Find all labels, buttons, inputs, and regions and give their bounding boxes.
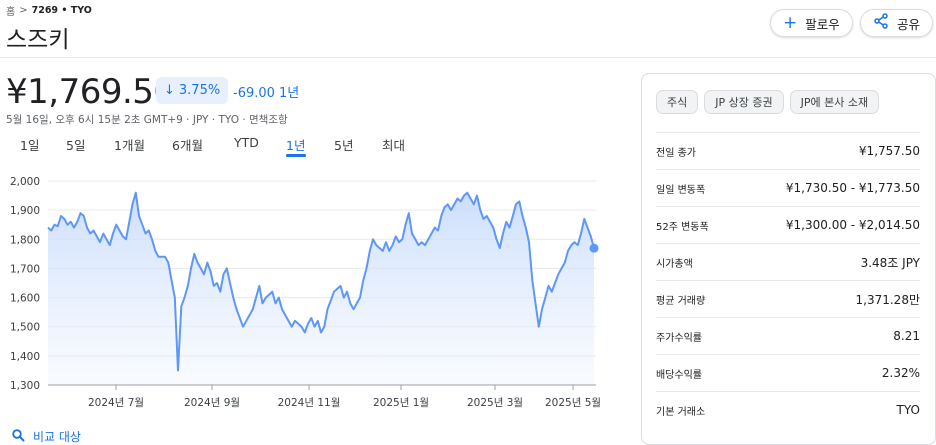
chip-stock[interactable]: 주식 bbox=[656, 90, 699, 114]
stat-row-avg-volume: 평균 거래량 1,371.28만 bbox=[656, 280, 920, 317]
quote-meta: 5월 16일, 오후 6시 15분 2초 GMT+9 · JPY · TYO ·… bbox=[6, 114, 288, 126]
follow-label: 팔로우 bbox=[805, 16, 840, 32]
stat-value: TYO bbox=[896, 403, 920, 417]
plus-icon: + bbox=[783, 12, 798, 33]
tab-5d[interactable]: 5일 bbox=[66, 135, 85, 154]
active-tab-indicator bbox=[286, 154, 306, 157]
x-axis-ticks: 2024년 7월 2024년 9월 2024년 11월 2025년 1월 2025년 3… bbox=[88, 385, 601, 409]
stat-value: ¥1,757.50 bbox=[858, 144, 920, 158]
change-absolute: -69.00 1년 bbox=[233, 86, 300, 101]
stat-row-day-range: 일일 변동폭 ¥1,730.50 - ¥1,773.50 bbox=[656, 169, 920, 206]
x-tick-label: 2024년 9월 bbox=[184, 397, 240, 409]
stat-row-exchange: 기본 거래소 TYO bbox=[656, 391, 920, 428]
tab-1m[interactable]: 1개월 bbox=[114, 135, 145, 154]
y-tick-label: 2,000 bbox=[10, 176, 40, 188]
tab-max[interactable]: 최대 bbox=[382, 135, 405, 154]
x-tick-label: 2025년 1월 bbox=[373, 397, 429, 409]
stat-value: ¥1,300.00 - ¥2,014.50 bbox=[785, 218, 920, 232]
stat-label: 52주 변동폭 bbox=[656, 221, 709, 233]
x-tick-label: 2025년 5월 bbox=[545, 397, 601, 409]
y-tick-label: 1,700 bbox=[10, 263, 40, 275]
stat-label: 평균 거래량 bbox=[656, 295, 706, 307]
search-icon bbox=[12, 428, 25, 445]
stat-label: 일일 변동폭 bbox=[656, 184, 706, 196]
x-tick-label: 2025년 3월 bbox=[467, 397, 523, 409]
y-tick-label: 1,400 bbox=[10, 351, 40, 363]
stat-label: 전일 종가 bbox=[656, 147, 696, 159]
share-button[interactable]: 공유 bbox=[860, 9, 934, 37]
category-chips: 주식 JP 상장 증권 JP에 본사 소재 bbox=[656, 90, 880, 114]
stat-label: 주가수익률 bbox=[656, 332, 702, 344]
page-title: 스즈키 bbox=[6, 27, 70, 53]
stat-value: ¥1,730.50 - ¥1,773.50 bbox=[785, 181, 920, 195]
tab-5y[interactable]: 5년 bbox=[334, 135, 353, 154]
last-price-dot bbox=[589, 243, 599, 253]
stat-value: 1,371.28만 bbox=[855, 292, 920, 307]
chevron-right-icon: > bbox=[19, 5, 28, 16]
tab-ytd[interactable]: YTD bbox=[234, 135, 259, 150]
stat-row-prev-close: 전일 종가 ¥1,757.50 bbox=[656, 132, 920, 169]
tab-1d[interactable]: 1일 bbox=[20, 135, 39, 154]
follow-button[interactable]: + 팔로우 bbox=[770, 9, 853, 37]
stat-value: 3.48조 JPY bbox=[860, 255, 920, 270]
stat-row-market-cap: 시가총액 3.48조 JPY bbox=[656, 243, 920, 280]
compare-label: 비교 대상 bbox=[33, 430, 81, 444]
stat-value: 8.21 bbox=[893, 329, 920, 343]
share-icon bbox=[873, 13, 889, 33]
y-tick-label: 1,500 bbox=[10, 322, 40, 334]
tab-6m[interactable]: 6개월 bbox=[172, 135, 203, 154]
stat-label: 배당수익률 bbox=[656, 369, 702, 381]
chip-jp-listed[interactable]: JP 상장 증권 bbox=[704, 90, 784, 114]
breadcrumb-ticker: 7269 • TYO bbox=[31, 5, 92, 16]
change-percent: 3.75% bbox=[178, 83, 221, 98]
stat-row-dividend-yield: 배당수익률 2.32% bbox=[656, 354, 920, 391]
arrow-down-icon: ↓ bbox=[164, 83, 175, 98]
change-percent-badge: ↓ 3.75% bbox=[156, 77, 229, 104]
stat-row-pe-ratio: 주가수익률 8.21 bbox=[656, 317, 920, 354]
stat-row-52w-range: 52주 변동폭 ¥1,300.00 - ¥2,014.50 bbox=[656, 206, 920, 243]
compare-button[interactable]: 비교 대상 bbox=[12, 428, 81, 445]
header-divider bbox=[0, 57, 936, 58]
y-tick-label: 1,600 bbox=[10, 293, 40, 305]
price-chart[interactable]: 2,000 1,900 1,800 1,700 1,600 1,500 1,400 1,300… bbox=[0, 168, 620, 413]
y-tick-label: 1,900 bbox=[10, 205, 40, 217]
stat-label: 기본 거래소 bbox=[656, 406, 706, 418]
stat-label: 시가총액 bbox=[656, 258, 693, 270]
breadcrumb-home[interactable]: 홈 bbox=[6, 3, 15, 18]
current-price: ¥1,769.50 bbox=[6, 72, 175, 112]
tab-1y[interactable]: 1년 bbox=[286, 135, 305, 154]
y-axis-labels: 2,000 1,900 1,800 1,700 1,600 1,500 1,400 1,300 bbox=[10, 176, 40, 392]
stat-value: 2.32% bbox=[881, 366, 920, 380]
breadcrumb: 홈 > 7269 • TYO bbox=[6, 3, 92, 18]
chip-jp-hq[interactable]: JP에 본사 소재 bbox=[789, 90, 880, 114]
range-tabs: 1일 5일 1개월 6개월 YTD 1년 5년 최대 bbox=[0, 135, 420, 159]
share-label: 공유 bbox=[897, 16, 921, 32]
stats-panel: 주식 JP 상장 증권 JP에 본사 소재 전일 종가 ¥1,757.50 일일… bbox=[641, 73, 936, 445]
x-tick-label: 2024년 7월 bbox=[88, 397, 144, 409]
y-tick-label: 1,300 bbox=[10, 380, 40, 392]
y-tick-label: 1,800 bbox=[10, 234, 40, 246]
x-tick-label: 2024년 11월 bbox=[278, 397, 341, 409]
